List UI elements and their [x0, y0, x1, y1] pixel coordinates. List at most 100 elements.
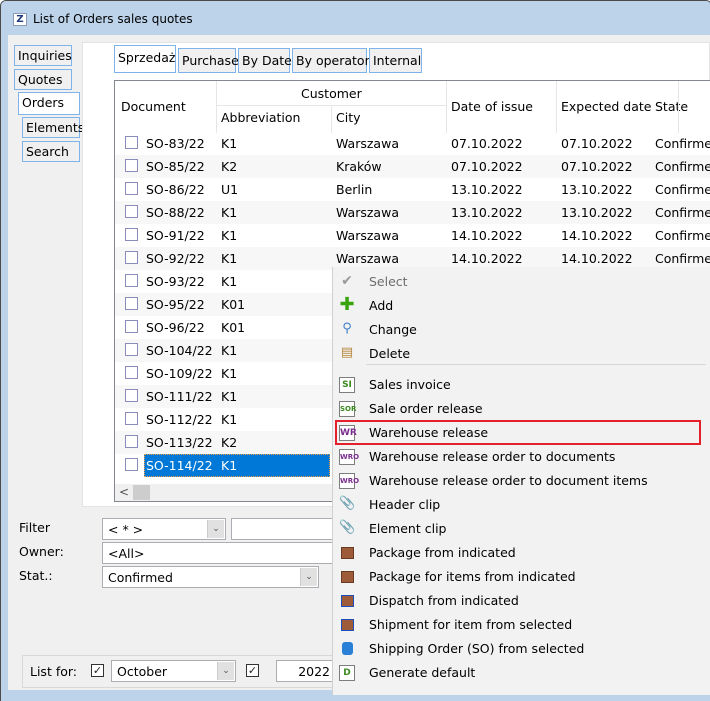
side-tab-orders[interactable]: Orders: [18, 92, 80, 115]
tab-label: Internal: [373, 53, 422, 68]
table-row[interactable]: SO-91/22 K1 Warszawa 14.10.2022 14.10.2022 Co…: [115, 224, 710, 247]
cell-expected-date: 14.10.2022: [561, 228, 633, 243]
menu-item-package-for-items-from-indicated[interactable]: Package for items from indicated: [333, 565, 710, 589]
header-date-of-issue[interactable]: Date of issue: [451, 99, 533, 114]
menu-item-warehouse-release-order-to-documents[interactable]: WRO Warehouse release order to documents: [333, 445, 710, 469]
cell-state: Confirmed: [655, 205, 710, 220]
menu-item-change[interactable]: ⚲ Change: [333, 318, 710, 342]
cell-date-of-issue: 13.10.2022: [451, 205, 523, 220]
cell-date-of-issue: 07.10.2022: [451, 136, 523, 151]
side-tab-quotes[interactable]: Quotes: [14, 69, 72, 90]
row-checkbox[interactable]: [125, 136, 138, 149]
row-checkbox[interactable]: [125, 343, 138, 356]
menu-item-label: Delete: [369, 346, 411, 361]
filter-value: < * >: [108, 522, 144, 537]
side-tab-search[interactable]: Search: [22, 141, 80, 162]
row-checkbox[interactable]: [125, 458, 138, 471]
menu-item-add[interactable]: ✚ Add: [333, 294, 710, 318]
header-city[interactable]: City: [336, 110, 361, 125]
menu-item-label: Generate default: [369, 665, 476, 680]
owner-field[interactable]: <All>: [102, 542, 342, 564]
row-checkbox[interactable]: [125, 274, 138, 287]
cell-abbreviation: K1: [221, 136, 238, 151]
cell-expected-date: 13.10.2022: [561, 205, 633, 220]
filter-combo[interactable]: < * > ⌄: [102, 518, 226, 540]
column-divider: [331, 105, 332, 133]
tab-sprzedaz[interactable]: Sprzedaż: [114, 45, 176, 73]
menu-item-dispatch-from-indicated[interactable]: Dispatch from indicated: [333, 589, 710, 613]
chevron-down-icon[interactable]: ⌄: [300, 568, 317, 586]
cell-city: Kraków: [336, 159, 382, 174]
cell-abbreviation: U1: [221, 182, 239, 197]
month-checkbox[interactable]: ✓: [91, 664, 104, 677]
header-state[interactable]: State: [655, 99, 688, 114]
menu-item-shipping-order-so-from-selected[interactable]: Shipping Order (SO) from selected: [333, 637, 710, 661]
row-checkbox[interactable]: [125, 159, 138, 172]
row-checkbox[interactable]: [125, 320, 138, 333]
cell-abbreviation: K1: [221, 412, 238, 427]
menu-item-package-from-indicated[interactable]: Package from indicated: [333, 541, 710, 565]
cell-abbreviation: K1: [221, 251, 238, 266]
column-divider: [216, 81, 217, 133]
table-row[interactable]: SO-88/22 K1 Warszawa 13.10.2022 13.10.2022 Co…: [115, 201, 710, 224]
menu-item-sales-invoice[interactable]: SI Sales invoice: [333, 373, 710, 397]
menu-item-warehouse-release-order-to-document-items[interactable]: WRO Warehouse release order to document i…: [333, 469, 710, 493]
menu-separator: [366, 364, 706, 365]
tab-by-date[interactable]: By Date: [238, 48, 292, 73]
side-tab-inquiries[interactable]: Inquiries: [14, 45, 72, 66]
menu-item-element-clip[interactable]: 📎 Element clip: [333, 517, 710, 541]
menu-item-select[interactable]: ✔ Select: [333, 270, 710, 294]
cell-state: Confirmed: [655, 182, 710, 197]
status-combo[interactable]: Confirmed ⌄: [102, 566, 319, 588]
row-checkbox[interactable]: [125, 182, 138, 195]
year-spinner[interactable]: 2022: [276, 660, 336, 682]
sor-icon: SOR: [339, 401, 356, 417]
menu-item-sale-order-release[interactable]: SOR Sale order release: [333, 397, 710, 421]
cell-abbreviation: K1: [221, 274, 238, 289]
year-checkbox[interactable]: ✓: [246, 664, 259, 677]
scroll-thumb[interactable]: [133, 485, 150, 500]
tab-purchase[interactable]: Purchase: [178, 48, 239, 73]
row-checkbox[interactable]: [125, 297, 138, 310]
scroll-left-arrow-icon[interactable]: <: [119, 485, 129, 499]
table-row[interactable]: SO-85/22 K2 Kraków 07.10.2022 07.10.2022 Conf…: [115, 155, 710, 178]
cell-abbreviation: K01: [221, 320, 246, 335]
cell-abbreviation: K1: [221, 458, 238, 473]
tab-by-operator[interactable]: By operator: [292, 48, 370, 73]
tab-internal[interactable]: Internal: [369, 48, 422, 73]
row-checkbox[interactable]: [125, 435, 138, 448]
menu-item-shipment-for-item-from-selected[interactable]: Shipment for item from selected: [333, 613, 710, 637]
table-row[interactable]: SO-83/22 K1 Warszawa 07.10.2022 07.10.2022 Co…: [115, 132, 710, 155]
side-tab-label: Quotes: [18, 72, 63, 87]
paperclip-icon: 📎: [339, 520, 356, 535]
cell-abbreviation: K1: [221, 366, 238, 381]
table-row[interactable]: SO-86/22 U1 Berlin 13.10.2022 13.10.2022 Conf…: [115, 178, 710, 201]
header-document[interactable]: Document: [121, 99, 186, 114]
cell-state: Confirmed: [655, 251, 710, 266]
menu-item-delete[interactable]: ▤ Delete: [333, 342, 710, 366]
side-tab-label: Orders: [22, 95, 65, 110]
menu-item-generate-default[interactable]: D Generate default: [333, 661, 710, 685]
chevron-down-icon[interactable]: ⌄: [217, 662, 234, 680]
menu-item-label: Package for items from indicated: [369, 569, 576, 584]
header-expected-date[interactable]: Expected date: [561, 99, 651, 114]
cell-date-of-issue: 14.10.2022: [451, 251, 523, 266]
header-abbreviation[interactable]: Abbreviation: [221, 110, 300, 125]
filter-text-input[interactable]: [231, 518, 341, 540]
row-checkbox[interactable]: [125, 251, 138, 264]
horizontal-scrollbar[interactable]: <: [115, 484, 335, 501]
chevron-down-icon[interactable]: ⌄: [207, 520, 224, 538]
cell-city: Berlin: [336, 182, 373, 197]
tab-label: Purchase: [182, 53, 239, 68]
row-checkbox[interactable]: [125, 412, 138, 425]
row-checkbox[interactable]: [125, 389, 138, 402]
side-tab-label: Elements: [26, 120, 85, 135]
row-checkbox[interactable]: [125, 366, 138, 379]
month-combo[interactable]: October ⌄: [111, 660, 236, 682]
side-tab-elements[interactable]: Elements: [22, 117, 84, 138]
row-checkbox[interactable]: [125, 205, 138, 218]
paperclip-icon: 📎: [339, 496, 356, 511]
row-checkbox[interactable]: [125, 228, 138, 241]
menu-item-label: Change: [369, 322, 417, 337]
menu-item-header-clip[interactable]: 📎 Header clip: [333, 493, 710, 517]
